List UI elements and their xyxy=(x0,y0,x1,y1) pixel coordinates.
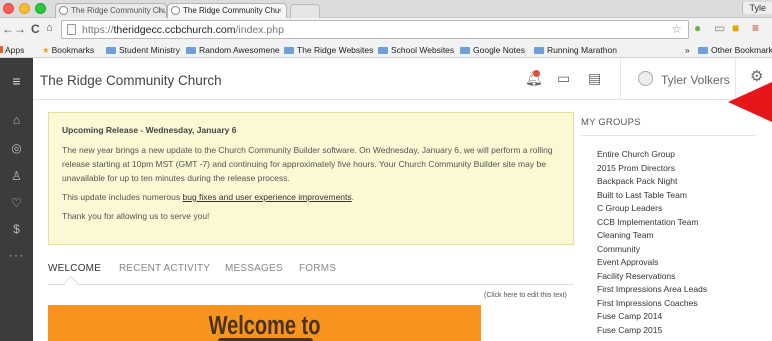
notice-paragraph: Thank you for allowing us to serve you! xyxy=(62,211,210,221)
folder-icon xyxy=(186,47,196,54)
group-link[interactable]: C Group Leaders xyxy=(597,202,707,216)
annotation-arrow xyxy=(728,82,772,122)
tab-close-icon[interactable]: × xyxy=(157,4,162,17)
group-link[interactable]: Entire Church Group xyxy=(597,148,707,162)
browser-profile-button[interactable]: Tyle xyxy=(742,2,772,14)
group-link[interactable]: Event Approvals xyxy=(597,256,707,270)
bookmarks-bar: Apps ★ Bookmarks Student Ministry Random … xyxy=(0,42,772,58)
browser-tab-strip: The Ridge Community Chu × The Ridge Comm… xyxy=(0,0,772,18)
header-divider xyxy=(620,58,621,99)
browser-toolbar: ← → C ⌂ https://theridgecc.ccbchurch.com… xyxy=(0,18,772,42)
menu-icon[interactable]: ≡ xyxy=(0,74,33,88)
group-link[interactable]: First Impressions Area Leads xyxy=(597,283,707,297)
calendar-icon[interactable]: ▭ xyxy=(557,71,570,85)
groups-icon[interactable]: ◎ xyxy=(0,141,33,155)
tab-messages[interactable]: MESSAGES xyxy=(225,263,283,274)
address-bar[interactable]: https://theridgecc.ccbchurch.com/index.p… xyxy=(61,20,689,39)
forward-arrow-icon[interactable]: → xyxy=(14,22,26,36)
user-name[interactable]: Tyler Volkers xyxy=(661,73,730,87)
release-notice: Upcoming Release - Wednesday, January 6 … xyxy=(48,112,574,245)
browser-tab-active[interactable]: The Ridge Community Chu × xyxy=(167,3,287,18)
bookmark-bookmarks[interactable]: ★ Bookmarks xyxy=(42,45,94,56)
bookmark-folder[interactable]: Student Ministry xyxy=(106,45,180,55)
group-link[interactable]: Fuse Camp 2015 xyxy=(597,324,707,338)
browser-tab-title: The Ridge Community Chu xyxy=(183,6,280,15)
group-link[interactable]: Community xyxy=(597,243,707,257)
window-minimize-button[interactable] xyxy=(19,3,30,14)
tab-welcome[interactable]: WELCOME xyxy=(48,263,101,274)
folder-icon xyxy=(284,47,294,54)
bookmark-apps[interactable]: Apps xyxy=(0,45,24,55)
group-link[interactable]: Cleaning Team xyxy=(597,229,707,243)
lock-extension-icon[interactable]: ■ xyxy=(732,22,739,34)
folder-icon xyxy=(460,47,470,54)
my-groups-heading: MY GROUPS xyxy=(581,117,641,128)
lock-icon xyxy=(67,24,76,35)
bookmark-star-icon[interactable]: ☆ xyxy=(671,22,682,36)
tab-close-icon[interactable]: × xyxy=(277,4,282,17)
back-arrow-icon[interactable]: ← xyxy=(2,22,14,36)
notice-paragraph: The new year brings a new update to the … xyxy=(62,145,553,183)
browser-tab[interactable]: The Ridge Community Chu × xyxy=(55,3,167,18)
heart-icon[interactable]: ♡ xyxy=(0,196,33,210)
church-name-title: The Ridge Community Church xyxy=(40,73,222,88)
bookmark-folder[interactable]: Random Awesomene xyxy=(186,45,280,55)
new-tab-button[interactable] xyxy=(290,4,320,18)
app-header: The Ridge Community Church 🔔︎ ▭ ▤ Tyler … xyxy=(33,58,772,100)
bookmarks-overflow-button[interactable]: » xyxy=(685,45,690,55)
my-groups-list: Entire Church Group 2015 Prom Directors Ba… xyxy=(597,148,707,337)
church-favicon-icon xyxy=(59,6,68,15)
edit-welcome-link[interactable]: (Click here to edit this text) xyxy=(484,292,567,299)
notice-paragraph: This update includes numerous bug fixes … xyxy=(62,192,355,202)
bookmark-folder[interactable]: The Ridge Websites xyxy=(284,45,373,55)
group-link[interactable]: 2015 Prom Directors xyxy=(597,162,707,176)
home-icon[interactable]: ⌂ xyxy=(0,113,33,127)
banner-title: Welcome to xyxy=(208,312,321,341)
bookmark-folder[interactable]: Running Marathon xyxy=(534,45,617,55)
window-zoom-button[interactable] xyxy=(35,3,46,14)
evernote-extension-icon[interactable]: ● xyxy=(694,22,701,34)
more-dots-icon[interactable]: ··· xyxy=(0,248,33,262)
other-bookmarks-folder[interactable]: Other Bookmarks xyxy=(698,45,772,55)
document-icon[interactable]: ▤ xyxy=(588,71,601,85)
folder-icon xyxy=(534,47,544,54)
folder-icon xyxy=(698,47,708,54)
group-link[interactable]: Backpack Pack Night xyxy=(597,175,707,189)
reload-icon[interactable]: C xyxy=(31,22,40,36)
content-tabs: WELCOME RECENT ACTIVITY MESSAGES FORMS xyxy=(48,261,574,291)
url-text: https://theridgecc.ccbchurch.com/index.p… xyxy=(82,24,284,36)
notice-title: Upcoming Release - Wednesday, January 6 xyxy=(62,125,237,135)
avatar[interactable] xyxy=(638,71,653,86)
folder-icon xyxy=(106,47,116,54)
window-close-button[interactable] xyxy=(3,3,14,14)
active-tab-caret xyxy=(63,275,79,291)
group-link[interactable]: Built to Last Table Team xyxy=(597,189,707,203)
bookmark-star-icon: ★ xyxy=(42,45,50,55)
home-icon[interactable]: ⌂ xyxy=(46,22,53,34)
notification-badge xyxy=(533,70,540,77)
bookmark-folder[interactable]: School Websites xyxy=(378,45,454,55)
group-link[interactable]: Fuse Camp 2014 xyxy=(597,310,707,324)
giving-dollar-icon[interactable]: $ xyxy=(0,222,33,236)
browser-tab-title: The Ridge Community Chu xyxy=(71,6,167,15)
church-favicon-icon xyxy=(171,6,180,15)
app-sidebar: ≡ ⌂ ◎ ♙ ♡ $ ··· xyxy=(0,58,33,341)
group-link[interactable]: CCB Implementation Team xyxy=(597,216,707,230)
bookmark-folder[interactable]: Google Notes xyxy=(460,45,525,55)
tab-forms[interactable]: FORMS xyxy=(299,263,336,274)
group-link[interactable]: Facility Reservations xyxy=(597,270,707,284)
tab-recent-activity[interactable]: RECENT ACTIVITY xyxy=(119,263,210,274)
apps-icon xyxy=(0,46,3,53)
menu-extension-icon[interactable]: ≡ xyxy=(752,22,759,34)
folder-icon xyxy=(378,47,388,54)
group-link[interactable]: First Impressions Coaches xyxy=(597,297,707,311)
release-notes-link[interactable]: bug fixes and user experience improvemen… xyxy=(183,192,352,202)
people-icon[interactable]: ♙ xyxy=(0,169,33,183)
cast-extension-icon[interactable]: ▭ xyxy=(714,22,725,34)
welcome-banner-image: Welcome to xyxy=(48,305,481,341)
my-groups-divider xyxy=(581,135,756,136)
